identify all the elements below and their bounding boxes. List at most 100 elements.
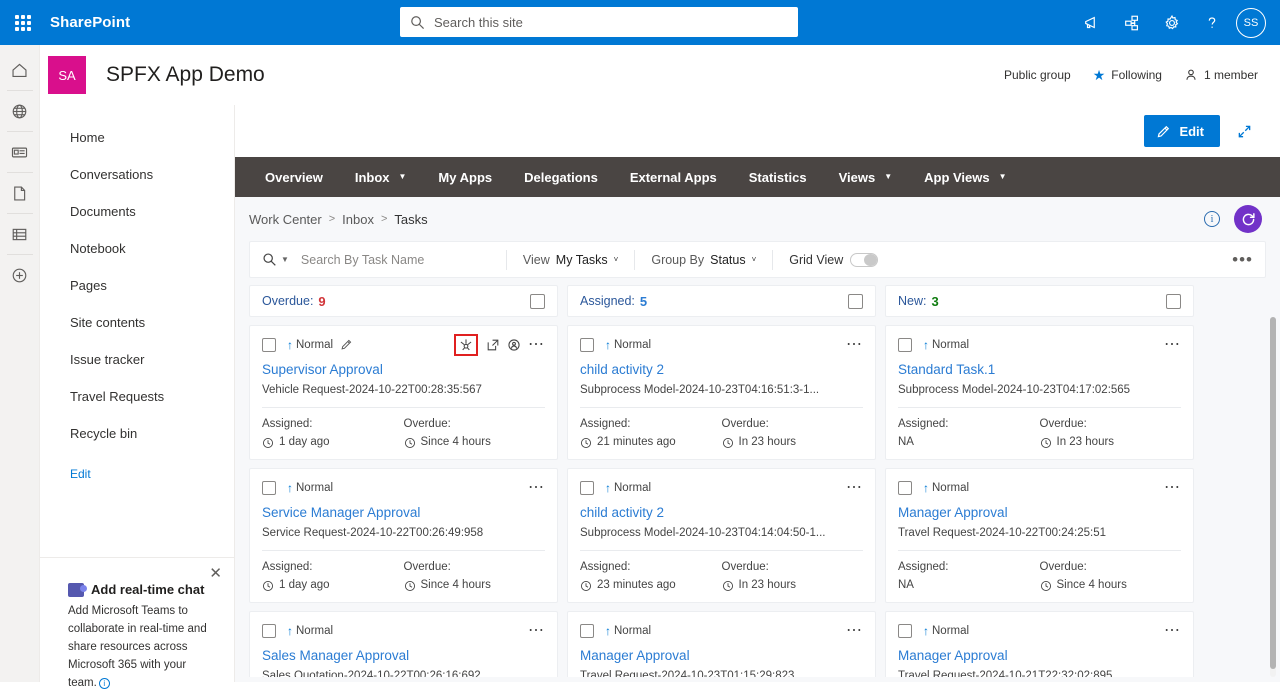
task-search[interactable]: ▼: [262, 252, 506, 267]
task-card[interactable]: ↑ Normal ⋯ child activity 2 Subprocess M…: [567, 325, 876, 460]
task-checkbox[interactable]: [262, 337, 276, 352]
close-icon[interactable]: ✕: [209, 566, 222, 581]
task-title[interactable]: Manager Approval: [898, 504, 1181, 521]
board-scrollbar[interactable]: [1270, 317, 1276, 677]
help-icon[interactable]: [1192, 0, 1232, 45]
tab-overview[interactable]: Overview: [249, 157, 339, 197]
task-card[interactable]: ↑ Normal ⋯ child activity 2 Subprocess M…: [567, 468, 876, 603]
task-checkbox[interactable]: [898, 480, 912, 495]
task-card[interactable]: ↑ Normal ⋯ Service Manager Approval Serv…: [249, 468, 558, 603]
edit-task-icon[interactable]: [340, 338, 353, 351]
task-card[interactable]: ↑ Normal ⋯ Manager Approval Travel Reque…: [885, 611, 1194, 677]
tab-app-views[interactable]: App Views ▼: [908, 157, 1022, 197]
breadcrumb-work-center[interactable]: Work Center: [249, 212, 322, 227]
workflow-settings-icon[interactable]: [454, 333, 478, 356]
breadcrumb-tasks[interactable]: Tasks: [394, 212, 427, 227]
sidebar-item-conversations[interactable]: Conversations: [40, 156, 234, 193]
members-button[interactable]: 1 member: [1184, 68, 1258, 82]
task-title[interactable]: Service Manager Approval: [262, 504, 545, 521]
create-icon[interactable]: [0, 256, 40, 294]
task-title[interactable]: Sales Manager Approval: [262, 647, 545, 664]
breadcrumb-inbox[interactable]: Inbox: [342, 212, 374, 227]
sidebar-item-documents[interactable]: Documents: [40, 193, 234, 230]
tab-delegations[interactable]: Delegations: [508, 157, 614, 197]
news-icon[interactable]: [0, 133, 40, 171]
board-scrollbar-thumb[interactable]: [1270, 317, 1276, 669]
task-title[interactable]: child activity 2: [580, 361, 863, 378]
task-card[interactable]: ↑ Normal ⋯ Manager Approval Travel Reque…: [885, 468, 1194, 603]
globe-icon[interactable]: [0, 92, 40, 130]
sidebar-item-issue-tracker[interactable]: Issue tracker: [40, 341, 234, 378]
assigned-value: 1 day ago: [279, 436, 330, 448]
sidebar-item-site-contents[interactable]: Site contents: [40, 304, 234, 341]
sidebar-item-home[interactable]: Home: [40, 119, 234, 156]
toggle-switch[interactable]: [850, 252, 879, 267]
tab-my-apps[interactable]: My Apps: [422, 157, 508, 197]
card-overflow-button[interactable]: ⋯: [846, 479, 863, 495]
task-card[interactable]: ↑ Normal ⋯ Manager Approval Travel Reque…: [567, 611, 876, 677]
card-overflow-button[interactable]: ⋯: [846, 622, 863, 638]
view-dropdown[interactable]: View My Tasks ˅: [507, 253, 634, 267]
expand-icon[interactable]: [1232, 119, 1256, 143]
home-icon[interactable]: [0, 51, 40, 89]
task-title[interactable]: Manager Approval: [580, 647, 863, 664]
sharepoint-brand-link[interactable]: SharePoint: [50, 14, 130, 31]
edit-page-button[interactable]: Edit: [1144, 115, 1220, 147]
sidebar-item-recycle-bin[interactable]: Recycle bin: [40, 415, 234, 452]
card-overflow-button[interactable]: ⋯: [1164, 479, 1181, 495]
card-overflow-button[interactable]: ⋯: [1164, 622, 1181, 638]
task-card[interactable]: ↑ Normal ⋯ Supervisor Approval Vehicle R…: [249, 325, 558, 460]
suite-search-input[interactable]: [434, 14, 788, 30]
card-overflow-button[interactable]: ⋯: [528, 479, 545, 495]
suite-search-box[interactable]: [400, 7, 798, 37]
tab-statistics[interactable]: Statistics: [733, 157, 823, 197]
site-title[interactable]: SPFX App Demo: [106, 63, 265, 87]
lists-icon[interactable]: [0, 215, 40, 253]
tab-inbox[interactable]: Inbox ▼: [339, 157, 423, 197]
diagram-icon[interactable]: [1112, 0, 1152, 45]
task-checkbox[interactable]: [262, 623, 276, 638]
info-icon[interactable]: i: [1204, 211, 1220, 227]
user-avatar[interactable]: SS: [1236, 7, 1266, 38]
task-title[interactable]: child activity 2: [580, 504, 863, 521]
task-title[interactable]: Manager Approval: [898, 647, 1181, 664]
task-checkbox[interactable]: [580, 337, 594, 352]
search-input[interactable]: [300, 252, 506, 267]
task-checkbox[interactable]: [898, 337, 912, 352]
megaphone-icon[interactable]: [1072, 0, 1112, 45]
toolbar-overflow-button[interactable]: •••: [1232, 251, 1253, 268]
column-select-all-checkbox[interactable]: [1166, 293, 1181, 309]
column-select-all-checkbox[interactable]: [530, 293, 545, 309]
sidebar-item-travel-requests[interactable]: Travel Requests: [40, 378, 234, 415]
refresh-button[interactable]: [1234, 205, 1262, 233]
gear-icon[interactable]: [1152, 0, 1192, 45]
open-external-icon[interactable]: [486, 338, 500, 352]
task-checkbox[interactable]: [898, 623, 912, 638]
tab-external-apps[interactable]: External Apps: [614, 157, 733, 197]
task-title[interactable]: Supervisor Approval: [262, 361, 545, 378]
sidebar-edit-link[interactable]: Edit: [40, 452, 234, 493]
card-overflow-button[interactable]: ⋯: [1164, 336, 1181, 352]
card-meta: Assigned: 23 minutes ago Overdue: In 23 …: [580, 559, 863, 593]
task-card[interactable]: ↑ Normal ⋯ Sales Manager Approval Sales …: [249, 611, 558, 677]
grid-view-toggle[interactable]: Grid View: [773, 252, 894, 267]
document-icon[interactable]: [0, 174, 40, 212]
sidebar-item-pages[interactable]: Pages: [40, 267, 234, 304]
reassign-icon[interactable]: [507, 338, 521, 352]
app-launcher-button[interactable]: [0, 0, 45, 45]
tab-views[interactable]: Views ▼: [823, 157, 909, 197]
task-checkbox[interactable]: [580, 480, 594, 495]
groupby-dropdown[interactable]: Group By Status ˅: [635, 253, 772, 267]
column-select-all-checkbox[interactable]: [848, 293, 863, 309]
task-checkbox[interactable]: [580, 623, 594, 638]
following-button[interactable]: ★ Following: [1093, 67, 1162, 84]
task-checkbox[interactable]: [262, 480, 276, 495]
sidebar-item-notebook[interactable]: Notebook: [40, 230, 234, 267]
info-icon[interactable]: i: [98, 678, 110, 689]
card-overflow-button[interactable]: ⋯: [528, 622, 545, 638]
chevron-down-icon[interactable]: ▼: [281, 255, 289, 264]
card-overflow-button[interactable]: ⋯: [846, 336, 863, 352]
card-overflow-button[interactable]: ⋯: [528, 336, 545, 352]
task-card[interactable]: ↑ Normal ⋯ Standard Task.1 Subprocess Mo…: [885, 325, 1194, 460]
task-title[interactable]: Standard Task.1: [898, 361, 1181, 378]
